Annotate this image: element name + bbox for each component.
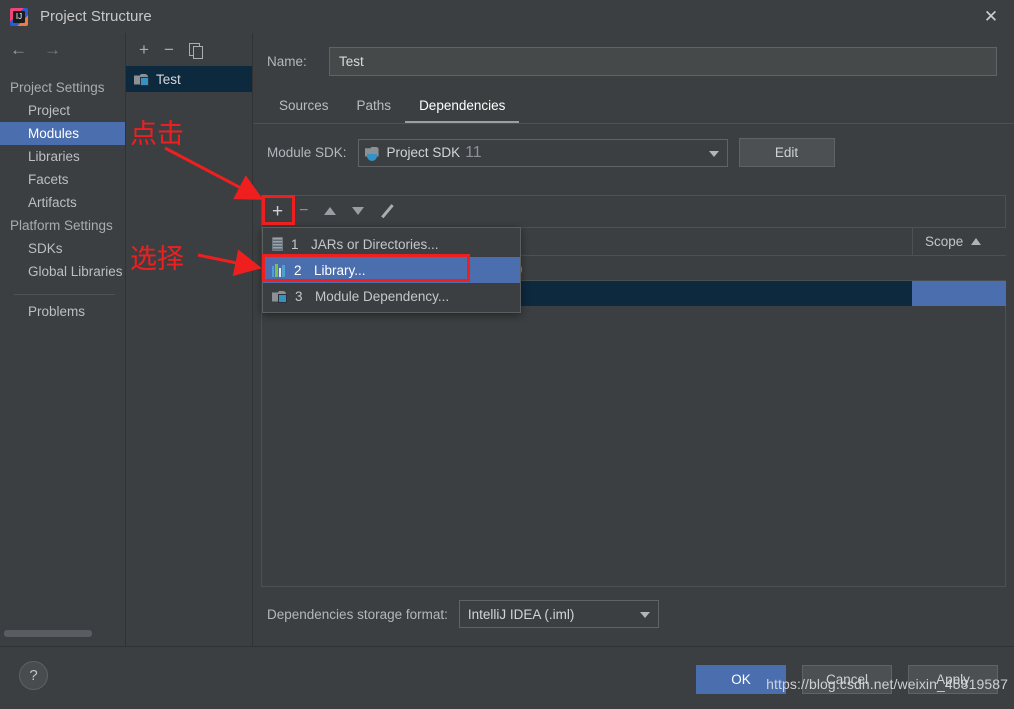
chevron-down-icon xyxy=(639,612,650,618)
sidebar-item-global-libraries[interactable]: Global Libraries xyxy=(0,260,125,283)
module-list-item-label: Test xyxy=(156,71,181,87)
menu-item-number: 1 xyxy=(291,236,299,252)
menu-item-number: 2 xyxy=(294,262,302,278)
editor-tabs: Sources Paths Dependencies xyxy=(265,92,1014,123)
name-input[interactable] xyxy=(329,47,997,76)
storage-format-select[interactable]: IntelliJ IDEA (.iml) xyxy=(458,600,659,628)
dependencies-toolbar: + − xyxy=(262,196,1005,226)
remove-dependency-button[interactable]: − xyxy=(299,203,308,219)
sidebar-horizontal-scrollbar[interactable] xyxy=(4,630,92,637)
menu-item-label: Library... xyxy=(314,262,366,278)
table-cell-scope xyxy=(912,256,1006,280)
column-header-scope-label: Scope xyxy=(925,234,964,249)
table-cell-scope xyxy=(912,281,1006,306)
settings-sidebar: ← → Project Settings Project Modules Lib… xyxy=(0,33,126,646)
arrow-up-icon[interactable] xyxy=(324,207,337,215)
module-editor-pane: Name: Sources Paths Dependencies Module … xyxy=(253,33,1014,646)
back-arrow-icon[interactable]: ← xyxy=(10,41,27,58)
sdk-icon xyxy=(365,146,381,161)
sidebar-item-problems[interactable]: Problems xyxy=(0,300,125,323)
title-bar: Project Structure ✕ xyxy=(0,0,1014,33)
menu-item-library[interactable]: 2 Library... xyxy=(263,257,520,283)
column-header-scope[interactable]: Scope xyxy=(912,228,1006,255)
sidebar-item-artifacts[interactable]: Artifacts xyxy=(0,191,125,214)
sidebar-list: Project Settings Project Modules Librari… xyxy=(0,66,125,323)
module-dependency-icon xyxy=(272,290,287,303)
storage-format-row: Dependencies storage format: IntelliJ ID… xyxy=(267,600,659,628)
tab-sources[interactable]: Sources xyxy=(265,94,343,123)
annotation-select-label: 选择 xyxy=(130,244,184,275)
watermark: https://blog.csdn.net/weixin_45819587 xyxy=(766,676,1008,692)
add-dependency-popup-menu: 1 JARs or Directories... 2 Library... 3 … xyxy=(262,227,521,313)
annotation-click-label: 点击 xyxy=(130,119,184,150)
help-button[interactable]: ? xyxy=(19,661,48,690)
sidebar-divider xyxy=(14,294,115,295)
sidebar-item-sdks[interactable]: SDKs xyxy=(0,237,125,260)
forward-arrow-icon[interactable]: → xyxy=(44,41,61,58)
jar-icon xyxy=(272,237,283,251)
chevron-down-icon xyxy=(708,150,719,157)
menu-item-number: 3 xyxy=(295,288,303,304)
sidebar-group-platform-settings: Platform Settings xyxy=(10,218,113,233)
tab-dependencies[interactable]: Dependencies xyxy=(405,94,520,123)
menu-item-module-dependency[interactable]: 3 Module Dependency... xyxy=(263,283,520,309)
menu-item-label: Module Dependency... xyxy=(315,288,450,304)
menu-item-label: JARs or Directories... xyxy=(311,236,439,252)
module-list-item-test[interactable]: Test xyxy=(126,66,252,92)
module-sdk-label: Module SDK: xyxy=(267,145,347,160)
add-dependency-button[interactable]: + xyxy=(272,202,283,221)
module-sdk-value: Project SDK xyxy=(386,145,461,160)
edit-sdk-button[interactable]: Edit xyxy=(738,138,835,167)
module-sdk-row: Module SDK: Project SDK 11 Edit xyxy=(253,124,1014,167)
sidebar-group-project-settings: Project Settings xyxy=(10,80,105,95)
name-row: Name: xyxy=(253,33,1014,76)
modules-toolbar: + − xyxy=(126,33,252,66)
sort-ascending-icon xyxy=(971,238,982,245)
page-title: Project Structure xyxy=(40,8,152,25)
module-icon xyxy=(134,73,149,86)
storage-format-label: Dependencies storage format: xyxy=(267,606,448,622)
pencil-icon[interactable] xyxy=(380,204,395,219)
arrow-down-icon[interactable] xyxy=(352,207,365,215)
sidebar-item-modules[interactable]: Modules xyxy=(0,122,125,145)
library-icon xyxy=(272,263,286,277)
module-sdk-version: 11 xyxy=(465,143,482,161)
copy-icon[interactable] xyxy=(188,42,203,59)
sidebar-item-libraries[interactable]: Libraries xyxy=(0,145,125,168)
menu-item-jars-or-directories[interactable]: 1 JARs or Directories... xyxy=(263,231,520,257)
add-module-button[interactable]: + xyxy=(139,41,149,58)
intellij-idea-icon xyxy=(10,7,28,26)
sidebar-item-facets[interactable]: Facets xyxy=(0,168,125,191)
module-sdk-select[interactable]: Project SDK 11 xyxy=(357,138,728,167)
close-icon[interactable]: ✕ xyxy=(968,0,1014,33)
project-structure-dialog: Project Structure ✕ ← → Project Settings… xyxy=(0,0,1014,709)
remove-module-button[interactable]: − xyxy=(164,41,174,58)
sidebar-nav-buttons: ← → xyxy=(0,33,125,66)
name-label: Name: xyxy=(267,54,307,69)
sidebar-item-project[interactable]: Project xyxy=(0,99,125,122)
tab-paths[interactable]: Paths xyxy=(343,94,406,123)
storage-format-value: IntelliJ IDEA (.iml) xyxy=(467,606,575,622)
